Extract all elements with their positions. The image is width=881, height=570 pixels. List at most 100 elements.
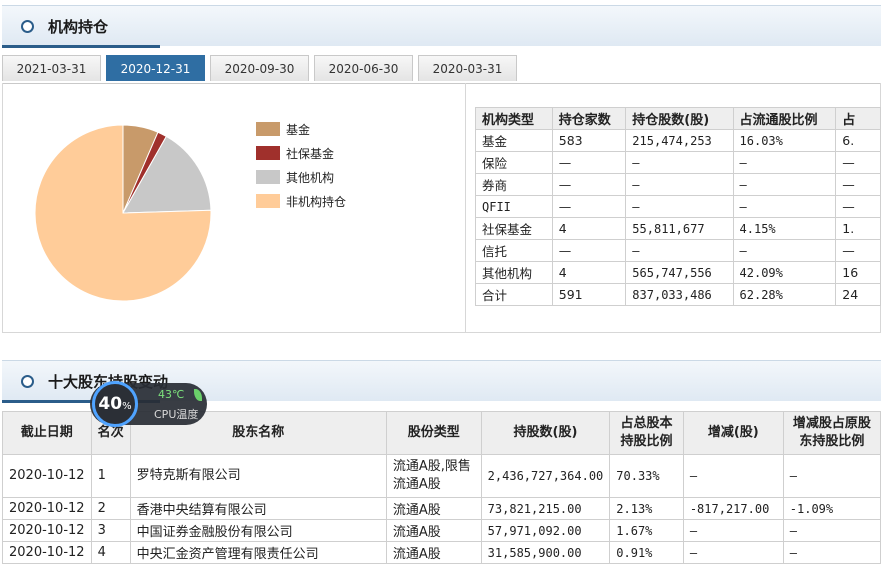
institutional-header: 机构持仓	[2, 5, 881, 48]
legend-label: 社保基金	[286, 146, 335, 161]
table-cell: 社保基金	[475, 217, 553, 240]
table-cell: 57,971,092.00	[480, 519, 611, 542]
table-cell: —	[732, 239, 837, 262]
table-cell: 4	[551, 217, 627, 240]
table-cell: —	[835, 239, 881, 262]
table-cell: 837,033,486	[625, 283, 734, 306]
table-cell: —	[782, 541, 881, 564]
legend-swatch	[256, 170, 280, 184]
table-cell: 4	[551, 261, 627, 284]
table-header-row: 机构类型 持仓家数 持仓股数(股) 占流通股比例 占	[475, 107, 881, 130]
panel-divider	[465, 83, 466, 333]
table-cell: 583	[551, 129, 627, 152]
table-cell: 流通A股	[385, 519, 482, 542]
table-cell: 70.33%	[609, 454, 684, 498]
table-cell: 4	[90, 541, 131, 564]
table-cell: —	[551, 151, 627, 174]
table-row: 合计 591 837,033,486 62.28% 24	[475, 283, 881, 306]
holdings-pie-chart	[34, 124, 212, 302]
table-cell: 565,747,556	[625, 261, 734, 284]
column-header: 增减股占原股 东持股比例	[782, 411, 881, 455]
column-header: 占总股本 持股比例	[609, 411, 684, 455]
legend-item-fund: 基金	[256, 117, 346, 141]
table-cell: 其他机构	[475, 261, 553, 284]
table-cell: —	[625, 195, 734, 218]
table-cell: —	[551, 239, 627, 262]
tab-2020-06-30[interactable]: 2020-06-30	[314, 55, 413, 81]
table-cell: 合计	[475, 283, 553, 306]
table-cell: 0.91%	[609, 541, 684, 564]
table-cell: —	[682, 541, 784, 564]
table-row: 2020-10-12 1 罗特克斯有限公司 流通A股,限售 流通A股 2,436,727…	[2, 454, 881, 498]
date-tabs: 2021-03-31 2020-12-31 2020-09-30 2020-06…	[2, 55, 881, 84]
cpu-temperature: 43℃	[158, 388, 185, 401]
table-cell: —	[625, 173, 734, 196]
table-cell: 2020-10-12	[2, 519, 92, 542]
column-header: 增减(股)	[682, 411, 784, 455]
table-cell: 24	[835, 283, 881, 306]
tab-2020-03-31[interactable]: 2020-03-31	[418, 55, 517, 81]
table-cell: 1.	[835, 217, 881, 240]
table-cell: 3	[90, 519, 131, 542]
table-cell: —	[782, 519, 881, 542]
table-cell: QFII	[475, 195, 553, 218]
column-header: 持仓家数	[551, 107, 627, 130]
table-cell: 流通A股,限售 流通A股	[385, 454, 482, 498]
table-cell: -1.09%	[782, 497, 881, 520]
table-cell: 591	[551, 283, 627, 306]
legend-swatch	[256, 146, 280, 160]
legend-item-non-institutional: 非机构持仓	[256, 189, 346, 213]
table-cell: 4.15%	[732, 217, 837, 240]
tab-2021-03-31[interactable]: 2021-03-31	[2, 55, 101, 81]
table-cell: —	[682, 519, 784, 542]
shareholders-table: 截止日期 名次 股东名称 股份类型 持股数(股) 占总股本 持股比例 增减(股)…	[2, 411, 881, 564]
table-cell: 香港中央结算有限公司	[129, 497, 387, 520]
table-cell: —	[682, 454, 784, 498]
column-header: 持股数(股)	[480, 411, 611, 455]
legend-item-other-institutions: 其他机构	[256, 165, 346, 189]
table-cell: —	[835, 173, 881, 196]
column-header: 占	[835, 107, 881, 130]
table-row: 其他机构 4 565,747,556 42.09% 16	[475, 261, 881, 284]
table-cell: 55,811,677	[625, 217, 734, 240]
table-cell: -817,217.00	[682, 497, 784, 520]
column-header: 股份类型	[385, 411, 482, 455]
column-header: 机构类型	[475, 107, 553, 130]
title-underline	[2, 45, 160, 48]
table-cell: 流通A股	[385, 541, 482, 564]
circle-bullet-icon	[21, 20, 34, 33]
table-cell: 2,436,727,364.00	[480, 454, 611, 498]
column-header: 截止日期	[2, 411, 92, 455]
table-cell: —	[732, 195, 837, 218]
table-cell: 73,821,215.00	[480, 497, 611, 520]
table-cell: —	[551, 173, 627, 196]
section-title: 机构持仓	[48, 18, 109, 36]
table-cell: —	[551, 195, 627, 218]
table-cell: 6.	[835, 129, 881, 152]
table-row: 信托 — — — —	[475, 239, 881, 262]
table-cell: 2020-10-12	[2, 497, 92, 520]
cpu-percent: 40	[98, 394, 123, 414]
leaf-icon	[194, 389, 202, 401]
table-cell: 62.28%	[732, 283, 837, 306]
table-cell: 券商	[475, 173, 553, 196]
cpu-percent-unit: %	[122, 401, 132, 412]
table-cell: 中国证券金融股份有限公司	[129, 519, 387, 542]
tab-2020-09-30[interactable]: 2020-09-30	[210, 55, 309, 81]
legend-label: 非机构持仓	[286, 194, 347, 209]
cpu-usage-ring: 40%	[92, 381, 138, 427]
legend-swatch	[256, 194, 280, 208]
column-header: 占流通股比例	[732, 107, 837, 130]
legend-item-social-security: 社保基金	[256, 141, 346, 165]
tab-2020-12-31[interactable]: 2020-12-31	[106, 55, 205, 81]
table-cell: —	[732, 173, 837, 196]
pie-legend: 基金 社保基金 其他机构 非机构持仓	[256, 117, 346, 213]
table-cell: —	[835, 151, 881, 174]
cpu-monitor-widget[interactable]: 40% 43℃ CPU温度	[90, 381, 207, 427]
table-cell: —	[625, 151, 734, 174]
table-cell: 2020-10-12	[2, 454, 92, 498]
table-cell: 2.13%	[609, 497, 684, 520]
table-row: 社保基金 4 55,811,677 4.15% 1.	[475, 217, 881, 240]
table-row: 2020-10-12 4 中央汇金资产管理有限责任公司 流通A股 31,585,900.…	[2, 541, 881, 564]
table-row: 2020-10-12 2 香港中央结算有限公司 流通A股 73,821,215.00 2.…	[2, 497, 881, 520]
